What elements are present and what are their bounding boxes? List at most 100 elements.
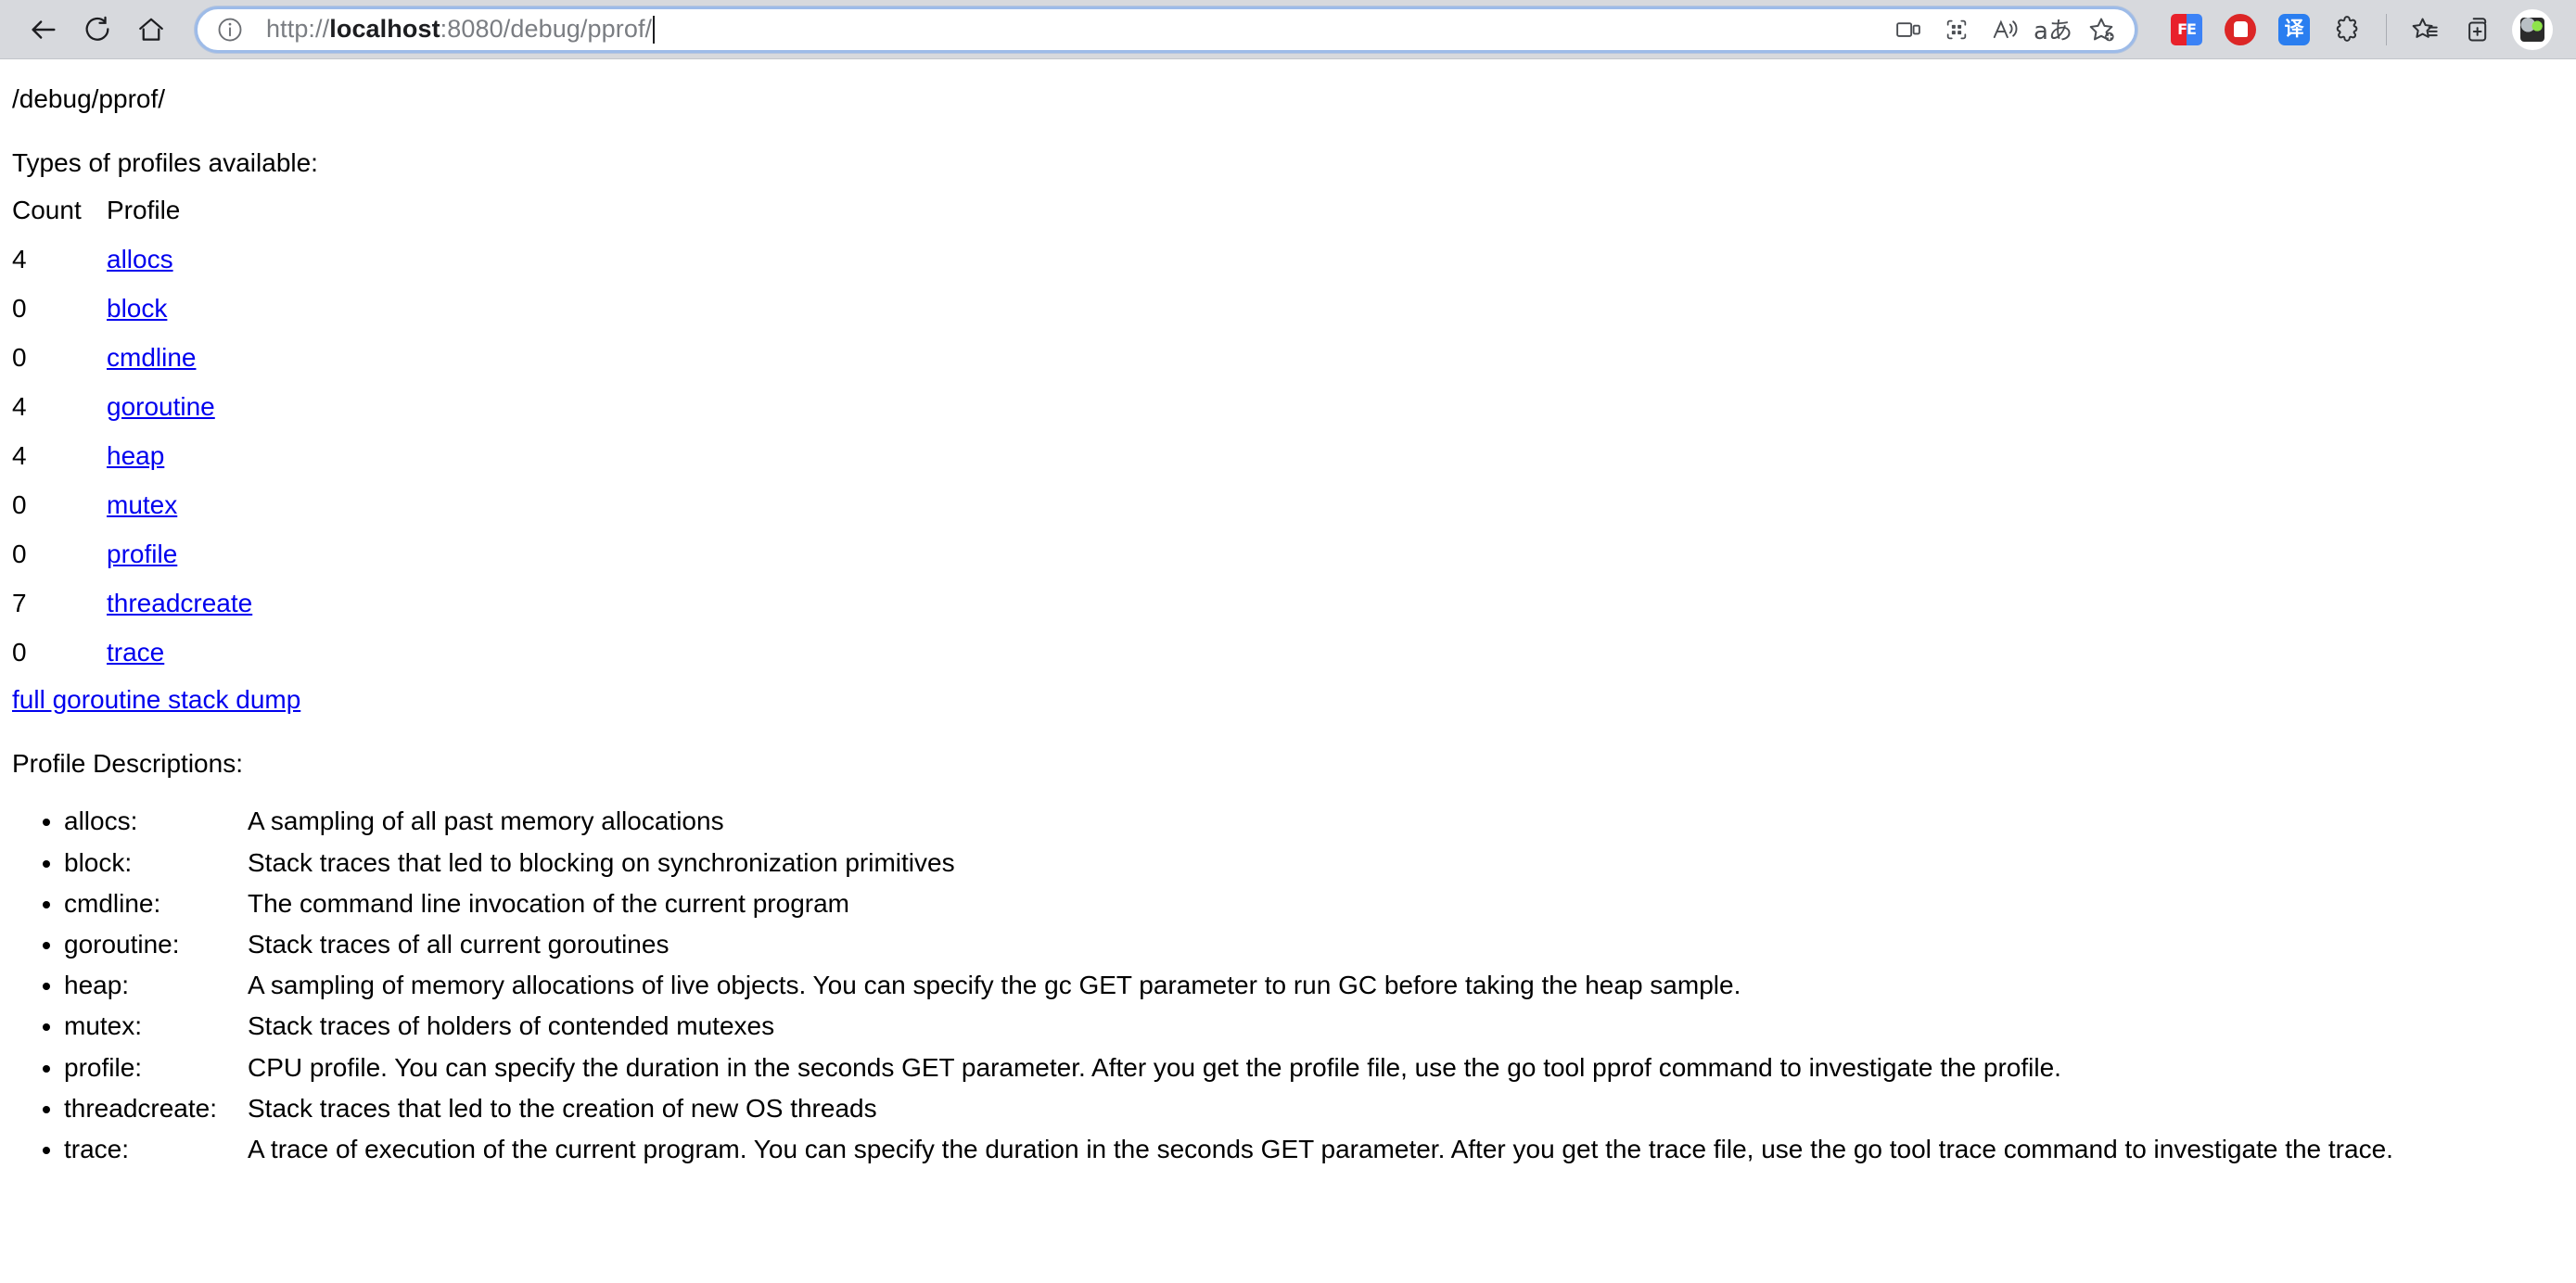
profiles-table-body: Count Profile <box>12 186 252 235</box>
profile-count: 0 <box>12 490 27 520</box>
profile-descriptions-list: allocs: A sampling of all past memory all… <box>12 801 2576 1170</box>
description-text: The command line invocation of the curre… <box>248 888 849 918</box>
back-button[interactable] <box>17 3 70 57</box>
profile-link-block[interactable]: block <box>107 294 167 323</box>
table-row: 0 trace <box>12 629 252 678</box>
profile-link-cmdline[interactable]: cmdline <box>107 343 196 372</box>
read-aloud-icon[interactable] <box>1981 9 2029 50</box>
description-text: A sampling of memory allocations of live… <box>248 971 1741 1000</box>
description-text: A sampling of all past memory allocation… <box>248 807 724 836</box>
table-row: 4 goroutine <box>12 383 252 432</box>
reload-button[interactable] <box>70 3 124 57</box>
extension-adblock-icon[interactable] <box>2217 6 2264 53</box>
profile-link-profile[interactable]: profile <box>107 540 177 568</box>
stack-dump-row: full goroutine stack dump <box>12 685 2576 715</box>
profile-count: 0 <box>12 638 27 667</box>
description-text: CPU profile. You can specify the duratio… <box>248 1052 2061 1082</box>
list-item: goroutine: Stack traces of all current go… <box>64 924 2576 965</box>
list-item: heap: A sampling of memory allocations of… <box>64 965 2576 1006</box>
toolbar-divider <box>2386 13 2387 45</box>
avatar-image <box>2512 8 2553 50</box>
home-button[interactable] <box>124 3 178 57</box>
extension-translate-label: 译 <box>2278 13 2310 45</box>
profile-link-threadcreate[interactable]: threadcreate <box>107 589 252 617</box>
url-scheme: http:// <box>266 15 330 43</box>
url-text[interactable]: http://localhost:8080/debug/pprof/ <box>266 15 1884 44</box>
list-item: allocs: A sampling of all past memory all… <box>64 801 2576 842</box>
profile-count: 0 <box>12 540 27 569</box>
header-profile: Profile <box>107 196 181 225</box>
profile-count: 7 <box>12 589 27 618</box>
description-text: Stack traces that led to blocking on syn… <box>248 847 955 877</box>
text-cursor <box>653 15 656 44</box>
list-item: threadcreate: Stack traces that led to th… <box>64 1088 2576 1129</box>
description-text: A trace of execution of the current prog… <box>248 1135 2393 1164</box>
description-term: trace: <box>64 1135 130 1164</box>
favorites-icon[interactable] <box>2402 6 2448 53</box>
description-term: allocs: <box>64 807 138 836</box>
address-bar[interactable]: http://localhost:8080/debug/pprof/ aあ <box>195 6 2137 53</box>
header-count: Count <box>12 196 82 225</box>
collections-icon[interactable] <box>2455 6 2502 53</box>
profile-link-allocs[interactable]: allocs <box>107 245 173 273</box>
url-path: :8080/debug/pprof/ <box>440 15 653 43</box>
profile-name-cell: profile <box>107 530 252 579</box>
omnibox-actions: aあ <box>1884 9 2125 50</box>
list-item: trace: A trace of execution of the curren… <box>64 1129 2576 1170</box>
avatar-figure <box>2520 17 2544 42</box>
hand-shape <box>2233 21 2248 37</box>
list-item: cmdline: The command line invocation of t… <box>64 883 2576 924</box>
site-information-icon[interactable] <box>214 14 246 45</box>
profile-avatar[interactable] <box>2509 6 2556 53</box>
profile-count: 0 <box>12 294 27 324</box>
profile-count: 4 <box>12 441 27 471</box>
browser-window: http://localhost:8080/debug/pprof/ aあ FE… <box>0 0 2576 1283</box>
page-content: /debug/pprof/ Types of profiles availabl… <box>0 83 2576 1170</box>
reload-icon <box>83 15 112 44</box>
url-host: localhost <box>329 15 440 43</box>
full-goroutine-stack-dump-link[interactable]: full goroutine stack dump <box>12 685 300 714</box>
table-row: 0 cmdline <box>12 334 252 383</box>
table-row: 0 block <box>12 285 252 334</box>
extension-translate-icon[interactable]: 译 <box>2271 6 2317 53</box>
home-icon <box>136 15 166 44</box>
extension-fe-icon[interactable]: FE <box>2163 6 2210 53</box>
browser-essentials-icon[interactable] <box>1932 9 1981 50</box>
profile-name-cell: block <box>107 285 252 334</box>
profile-link-goroutine[interactable]: goroutine <box>107 392 215 421</box>
description-term: heap: <box>64 971 130 1000</box>
profile-link-heap[interactable]: heap <box>107 441 164 470</box>
profile-descriptions-label: Profile Descriptions: <box>12 749 243 779</box>
profile-link-trace[interactable]: trace <box>107 638 164 667</box>
page-title: /debug/pprof/ <box>12 84 166 113</box>
split-screen-icon[interactable] <box>1884 9 1932 50</box>
table-row: 0 mutex <box>12 481 252 530</box>
description-text: Stack traces that led to the creation of… <box>248 1093 877 1123</box>
extension-fe-label: FE <box>2171 13 2202 45</box>
list-item: profile: CPU profile. You can specify the… <box>64 1048 2576 1088</box>
table-header-row: Count Profile <box>12 186 252 235</box>
profile-name-cell: threadcreate <box>107 579 252 629</box>
profile-rows: 4 allocs 0 block 0 cmdline 4 goroutine 4 heap 0 mut… <box>12 235 252 678</box>
description-term: cmdline: <box>64 888 161 918</box>
add-favorite-icon[interactable] <box>2077 9 2125 50</box>
profile-name-cell: allocs <box>107 235 252 285</box>
profile-link-mutex[interactable]: mutex <box>107 490 177 519</box>
description-text: Stack traces of holders of contended mut… <box>248 1011 775 1041</box>
table-row: 7 threadcreate <box>12 579 252 629</box>
profile-name-cell: cmdline <box>107 334 252 383</box>
profile-name-cell: heap <box>107 432 252 481</box>
browser-toolbar: http://localhost:8080/debug/pprof/ aあ FE… <box>0 0 2576 59</box>
extensions-bar: FE 译 <box>2160 6 2559 53</box>
translate-icon[interactable]: aあ <box>2029 9 2077 50</box>
profile-count: 4 <box>12 245 27 274</box>
description-term: threadcreate: <box>64 1093 217 1123</box>
profile-count: 0 <box>12 343 27 373</box>
table-row: 4 heap <box>12 432 252 481</box>
list-item: block: Stack traces that led to blocking … <box>64 843 2576 883</box>
extensions-puzzle-icon[interactable] <box>2325 6 2371 53</box>
profile-count: 4 <box>12 392 27 422</box>
profile-name-cell: trace <box>107 629 252 678</box>
types-available-label: Types of profiles available: <box>12 148 318 178</box>
table-row: 0 profile <box>12 530 252 579</box>
